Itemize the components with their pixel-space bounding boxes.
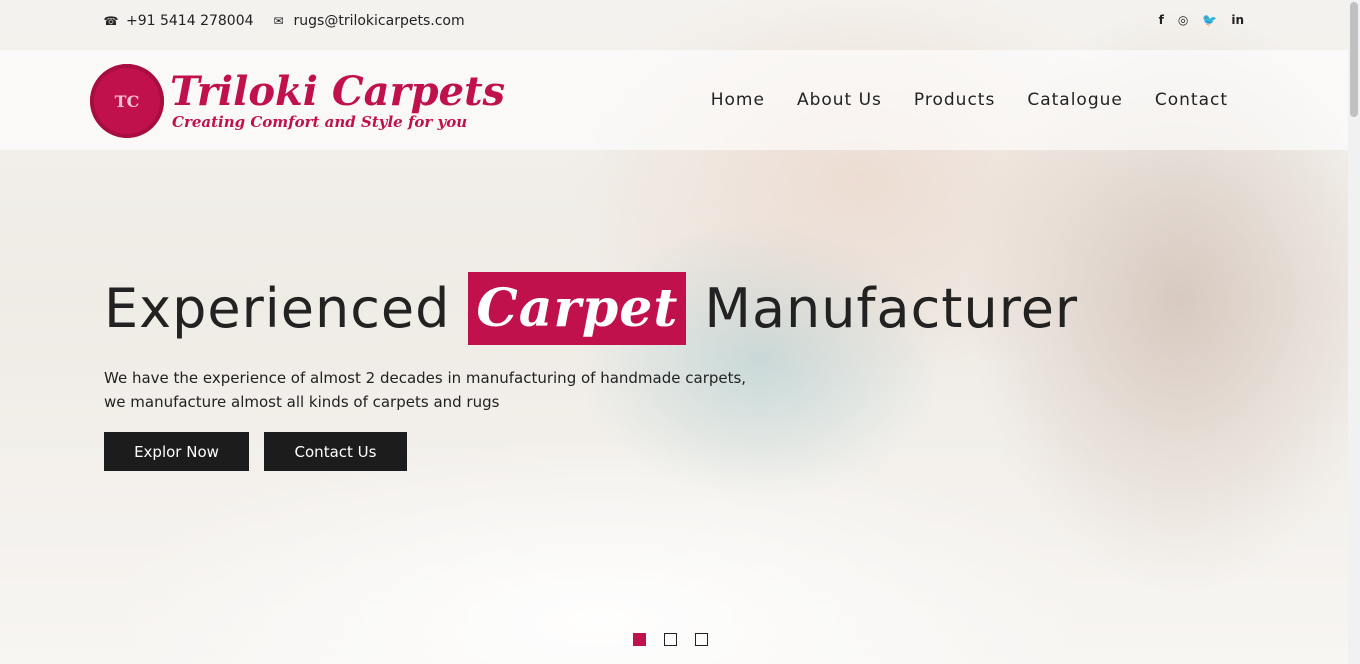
logo-title: Triloki Carpets (170, 68, 506, 115)
phone-icon: ☎ (103, 14, 119, 28)
page-scrollbar[interactable] (1348, 0, 1360, 664)
twitter-icon[interactable]: 🐦 (1202, 13, 1217, 27)
hero-desc-line-2: we manufacture almost all kinds of carpe… (104, 393, 500, 411)
main-navbar: TC Triloki Carpets Creating Comfort and … (0, 50, 1348, 150)
contact-info: ☎ +91 5414 278004 ✉ rugs@trilokicarpets.… (104, 13, 465, 29)
nav-item-home[interactable]: Home (711, 90, 765, 110)
slider-dot-2[interactable] (664, 633, 677, 646)
site-logo[interactable]: TC Triloki Carpets Creating Comfort and … (90, 64, 505, 138)
nav-menu: Home About Us Products Catalogue Contact (711, 90, 1228, 110)
headline-after: Manufacturer (704, 277, 1079, 340)
contact-us-button[interactable]: Contact Us (264, 432, 407, 471)
facebook-icon[interactable]: f (1159, 13, 1164, 27)
nav-item-contact[interactable]: Contact (1155, 90, 1228, 110)
top-bar: ☎ +91 5414 278004 ✉ rugs@trilokicarpets.… (0, 0, 1348, 46)
hero-description: We have the experience of almost 2 decad… (104, 366, 784, 414)
email-address: rugs@trilokicarpets.com (293, 13, 465, 29)
social-links: f ◎ 🐦 in (1159, 13, 1244, 27)
logo-tagline: Creating Comfort and Style for you (172, 113, 468, 131)
nav-item-about-us[interactable]: About Us (797, 90, 882, 110)
slider-indicators (633, 633, 708, 646)
logo-emblem: TC (90, 64, 164, 138)
nav-item-products[interactable]: Products (914, 90, 995, 110)
phone-number: +91 5414 278004 (126, 13, 254, 29)
scrollbar-thumb[interactable] (1350, 2, 1358, 117)
slider-dot-3[interactable] (695, 633, 708, 646)
headline-before: Experienced (104, 277, 451, 340)
email-item[interactable]: ✉ rugs@trilokicarpets.com (272, 13, 465, 29)
phone-item[interactable]: ☎ +91 5414 278004 (104, 13, 254, 29)
logo-text: Triloki Carpets Creating Comfort and Sty… (170, 68, 506, 132)
slider-dot-1[interactable] (633, 633, 646, 646)
headline-accent: Carpet (468, 272, 687, 345)
linkedin-icon[interactable]: in (1231, 13, 1244, 27)
explore-now-button[interactable]: Explor Now (104, 432, 249, 471)
envelope-icon: ✉ (273, 14, 284, 28)
nav-item-catalogue[interactable]: Catalogue (1027, 90, 1123, 110)
hero-headline: Experienced Carpet Manufacturer (104, 272, 1078, 345)
hero-desc-line-1: We have the experience of almost 2 decad… (104, 369, 747, 387)
instagram-icon[interactable]: ◎ (1178, 13, 1188, 27)
